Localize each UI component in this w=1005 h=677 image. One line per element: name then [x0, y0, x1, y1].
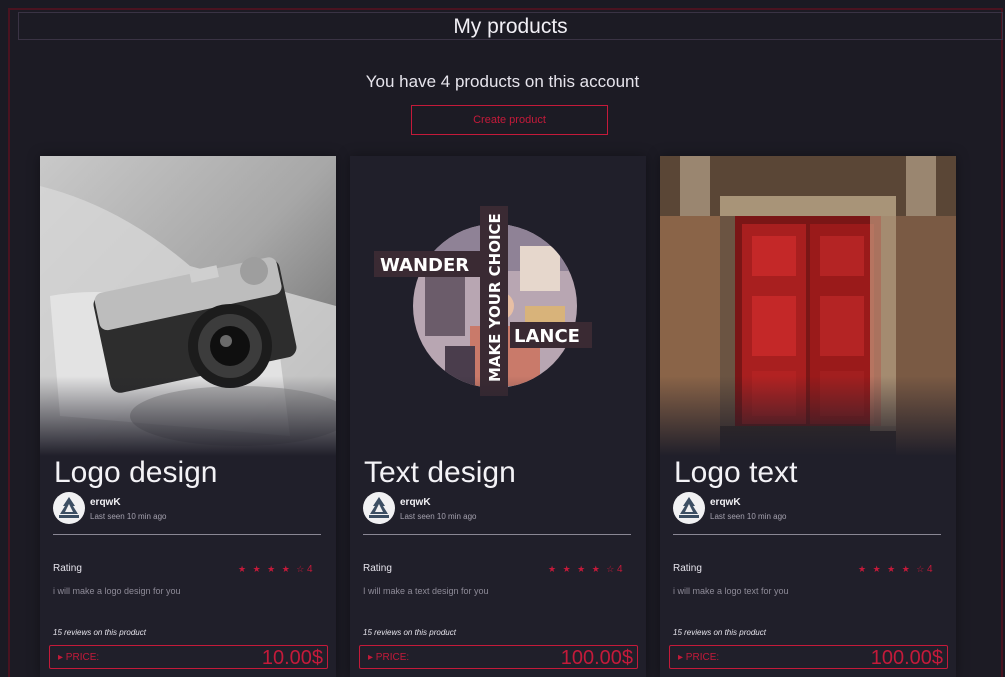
product-card[interactable]: MAKE YOUR CHOICE WANDER LANCE Text desig…: [350, 156, 646, 677]
rating-value: 4: [617, 564, 623, 575]
rating-stars-icon: ★ ★ ★ ★ ☆: [238, 564, 307, 574]
price-value: 100.00$: [560, 647, 633, 669]
seller-name[interactable]: erqwK: [400, 497, 431, 508]
product-description: i will make a logo text for you: [673, 586, 789, 596]
seller-last-seen: Last seen 10 min ago: [400, 512, 477, 521]
product-count-text: You have 4 products on this account: [365, 72, 640, 91]
product-card[interactable]: Logo design erqwK Last seen 10 min ago R…: [40, 156, 336, 677]
seller-name[interactable]: erqwK: [710, 497, 741, 508]
product-description: i will make a logo design for you: [53, 586, 181, 596]
price-box[interactable]: ▸ PRICE: 10.00$: [49, 645, 328, 669]
product-image-wanderlance: MAKE YOUR CHOICE WANDER LANCE: [350, 156, 646, 456]
page-title: My products: [18, 12, 1003, 40]
logo-vertical-text: MAKE YOUR CHOICE: [486, 213, 504, 382]
divider: [363, 534, 631, 535]
product-description: I will make a text design for you: [363, 586, 489, 596]
product-card[interactable]: Logo text erqwK Last seen 10 min ago Rat…: [660, 156, 956, 677]
price-label: ▸ PRICE:: [58, 652, 100, 663]
product-title[interactable]: Text design: [364, 456, 516, 490]
seller-avatar[interactable]: [363, 492, 395, 524]
seller-avatar[interactable]: [53, 492, 85, 524]
rating-value: 4: [927, 564, 933, 575]
logo-lance-text: LANCE: [514, 326, 580, 347]
price-label: ▸ PRICE:: [678, 652, 720, 663]
price-value: 100.00$: [870, 647, 943, 669]
price-label: ▸ PRICE:: [368, 652, 410, 663]
review-count: 15 reviews on this product: [53, 628, 146, 637]
price-value: 10.00$: [261, 647, 323, 669]
seller-name[interactable]: erqwK: [90, 497, 121, 508]
seller-avatar[interactable]: [673, 492, 705, 524]
review-count: 15 reviews on this product: [673, 628, 766, 637]
price-box[interactable]: ▸ PRICE: 100.00$: [669, 645, 948, 669]
rating-label: Rating: [673, 563, 702, 574]
rating-stars-icon: ★ ★ ★ ★ ☆: [548, 564, 617, 574]
price-box[interactable]: ▸ PRICE: 100.00$: [359, 645, 638, 669]
rating-stars-icon: ★ ★ ★ ★ ☆: [858, 564, 927, 574]
rating-label: Rating: [363, 563, 392, 574]
rating-label: Rating: [53, 563, 82, 574]
logo-wander-text: WANDER: [380, 255, 469, 276]
seller-last-seen: Last seen 10 min ago: [90, 512, 167, 521]
seller-last-seen: Last seen 10 min ago: [710, 512, 787, 521]
product-image-camera: [40, 156, 336, 456]
product-title[interactable]: Logo text: [674, 456, 797, 490]
divider: [53, 534, 321, 535]
divider: [673, 534, 941, 535]
create-product-button[interactable]: Create product: [411, 105, 608, 135]
product-title[interactable]: Logo design: [54, 456, 217, 490]
rating-value: 4: [307, 564, 313, 575]
review-count: 15 reviews on this product: [363, 628, 456, 637]
product-image-red-door: [660, 156, 956, 456]
